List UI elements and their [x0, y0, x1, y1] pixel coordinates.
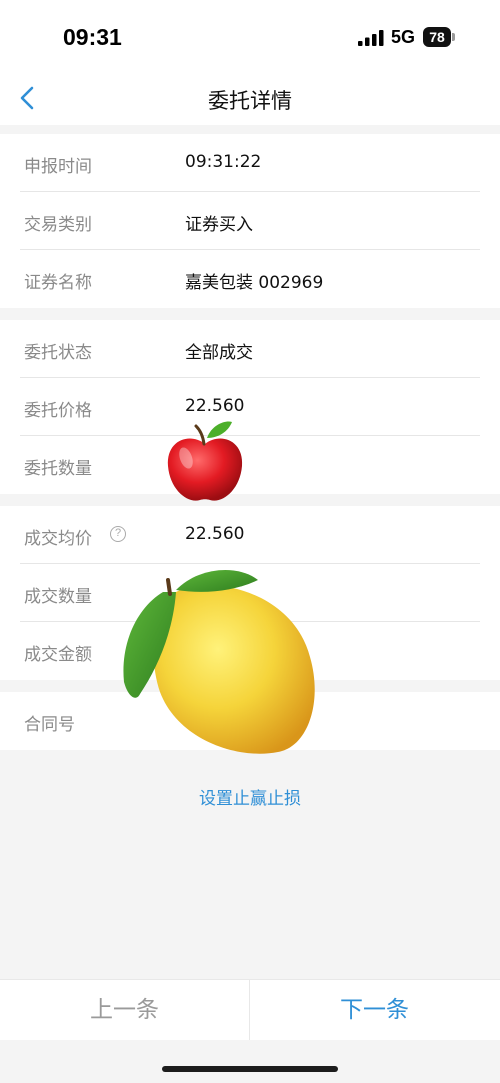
- prev-record-button[interactable]: 上一条: [0, 980, 250, 1040]
- battery-icon: 78: [423, 27, 455, 47]
- row-value: 09:31:22: [185, 152, 262, 172]
- home-indicator[interactable]: [162, 1066, 338, 1072]
- row-label: 申报时间: [24, 157, 92, 177]
- detail-row-order-price: 委托价格 22.560: [20, 378, 480, 436]
- status-bar: 09:31 5G 78: [0, 0, 500, 75]
- row-label: 交易类别: [24, 215, 92, 235]
- row-value: 证券买入: [185, 215, 253, 235]
- battery-tip: [452, 33, 455, 41]
- battery-level: 78: [423, 27, 451, 47]
- status-time: 09:31: [63, 24, 122, 50]
- lemon-emoji: [123, 569, 315, 754]
- detail-row-order-status: 委托状态 全部成交: [20, 320, 480, 378]
- detail-row-report-time: 申报时间 09:31:22: [20, 134, 480, 192]
- row-label: 成交均价: [24, 529, 92, 549]
- row-label: 委托状态: [24, 343, 92, 363]
- row-value: 22.560: [185, 396, 245, 416]
- page-title: 委托详情: [208, 89, 292, 113]
- row-label: 证券名称: [24, 273, 92, 293]
- row-label: 委托数量: [24, 459, 92, 479]
- detail-row-trade-type: 交易类别 证券买入: [20, 192, 480, 250]
- signal-icon: [358, 30, 384, 46]
- row-value: 嘉美包装 002969: [185, 273, 324, 293]
- detail-row-security-name: 证券名称 嘉美包装 002969: [20, 250, 480, 308]
- row-label: 委托价格: [24, 401, 92, 421]
- footer-nav: 上一条 下一条: [0, 979, 500, 1040]
- row-value: 全部成交: [185, 343, 253, 363]
- next-record-button[interactable]: 下一条: [250, 980, 499, 1040]
- order-info-section: 申报时间 09:31:22 交易类别 证券买入 证券名称 嘉美包装 002969: [0, 134, 500, 308]
- row-value: 22.560: [185, 524, 245, 544]
- row-label: 合同号: [24, 715, 75, 735]
- detail-row-order-quantity: 委托数量: [20, 436, 480, 494]
- row-label: 成交金额: [24, 645, 92, 665]
- row-label: 成交数量: [24, 587, 92, 607]
- nav-bar: 委托详情: [0, 75, 500, 125]
- network-label: 5G: [391, 27, 416, 47]
- set-stop-profit-loss-link[interactable]: 设置止赢止损: [0, 784, 500, 809]
- detail-row-avg-deal-price: 成交均价 ? 22.560: [20, 506, 480, 564]
- order-status-section: 委托状态 全部成交 委托价格 22.560 委托数量: [0, 320, 500, 494]
- apple-emoji: [167, 421, 243, 501]
- question-circle-icon[interactable]: ?: [110, 526, 126, 542]
